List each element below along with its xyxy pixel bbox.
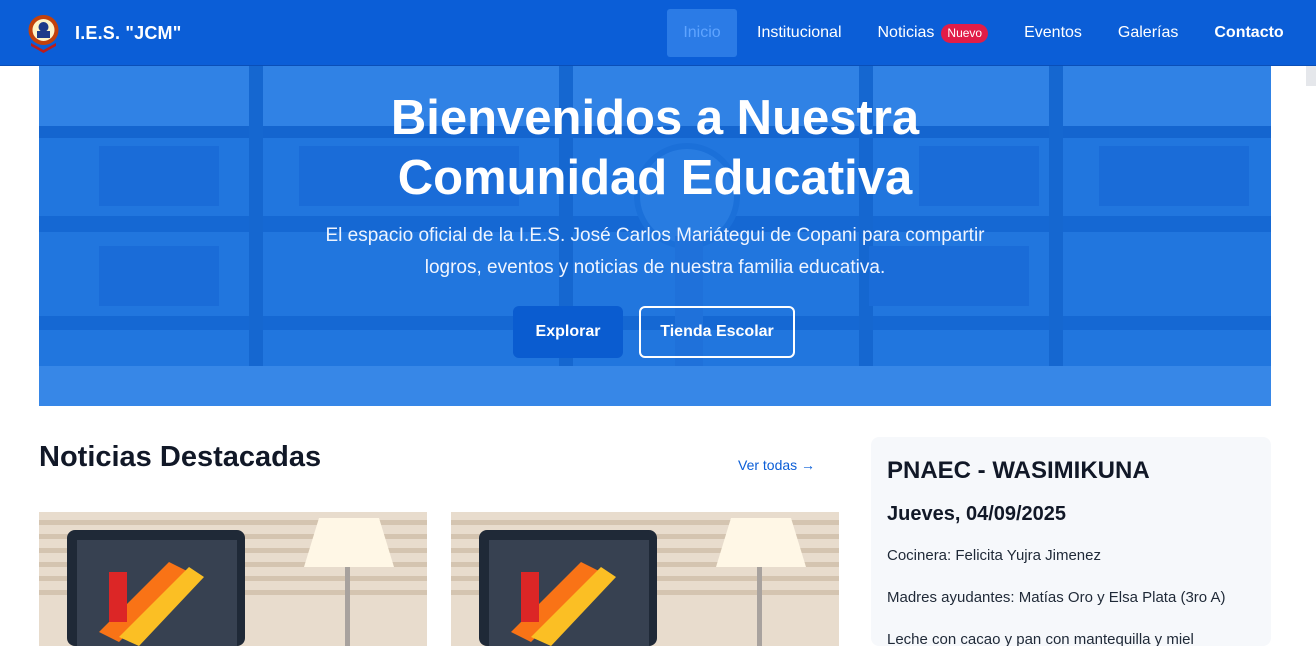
school-crest-icon (28, 15, 59, 53)
hero-content: Bienvenidos a Nuestra Comunidad Educativ… (39, 66, 1271, 406)
nav-noticias-label: Noticias (877, 24, 935, 41)
hero-actions: Explorar Tienda Escolar (513, 306, 795, 358)
panel-helpers: Madres ayudantes: Matías Oro y Elsa Plat… (887, 589, 1226, 606)
nav-noticias[interactable]: Noticias Nuevo (878, 9, 989, 57)
main-menu: Inicio Institucional Noticias Nuevo Even… (667, 9, 1284, 57)
panel-menu: Leche con cacao y pan con mantequilla y … (887, 631, 1194, 646)
page-scrollbar[interactable] (1306, 66, 1316, 86)
explore-button[interactable]: Explorar (513, 306, 623, 358)
nav-eventos[interactable]: Eventos (1024, 9, 1082, 57)
hero-subtitle: El espacio oficial de la I.E.S. José Car… (325, 225, 985, 278)
laptop-desk-photo (451, 512, 839, 646)
featured-news-title: Noticias Destacadas (39, 441, 322, 473)
panel-title: PNAEC - WASIMIKUNA (887, 457, 1150, 484)
top-navbar: I.E.S. "JCM" Inicio Institucional Notici… (0, 0, 1316, 66)
news-card-image[interactable] (451, 512, 839, 646)
nav-contacto[interactable]: Contacto (1214, 9, 1283, 57)
nav-galerias[interactable]: Galerías (1118, 9, 1178, 57)
school-store-button[interactable]: Tienda Escolar (639, 306, 795, 358)
panel-date: Jueves, 04/09/2025 (887, 503, 1067, 525)
brand-name: I.E.S. "JCM" (75, 22, 182, 43)
lunch-program-panel: PNAEC - WASIMIKUNA Jueves, 04/09/2025 Co… (871, 437, 1271, 646)
news-card-image[interactable] (39, 512, 427, 646)
hero-banner: Bienvenidos a Nuestra Comunidad Educativ… (39, 66, 1271, 406)
brand[interactable]: I.E.S. "JCM" (28, 13, 182, 53)
new-badge: Nuevo (941, 23, 989, 43)
see-all-news-link[interactable]: Ver todas → (738, 457, 815, 473)
nav-institucional[interactable]: Institucional (757, 9, 842, 57)
laptop-desk-photo (39, 512, 427, 646)
panel-cook: Cocinera: Felicita Yujra Jimenez (887, 547, 1101, 564)
nav-inicio[interactable]: Inicio (667, 9, 737, 57)
hero-title: Bienvenidos a Nuestra Comunidad Educativ… (390, 91, 920, 205)
